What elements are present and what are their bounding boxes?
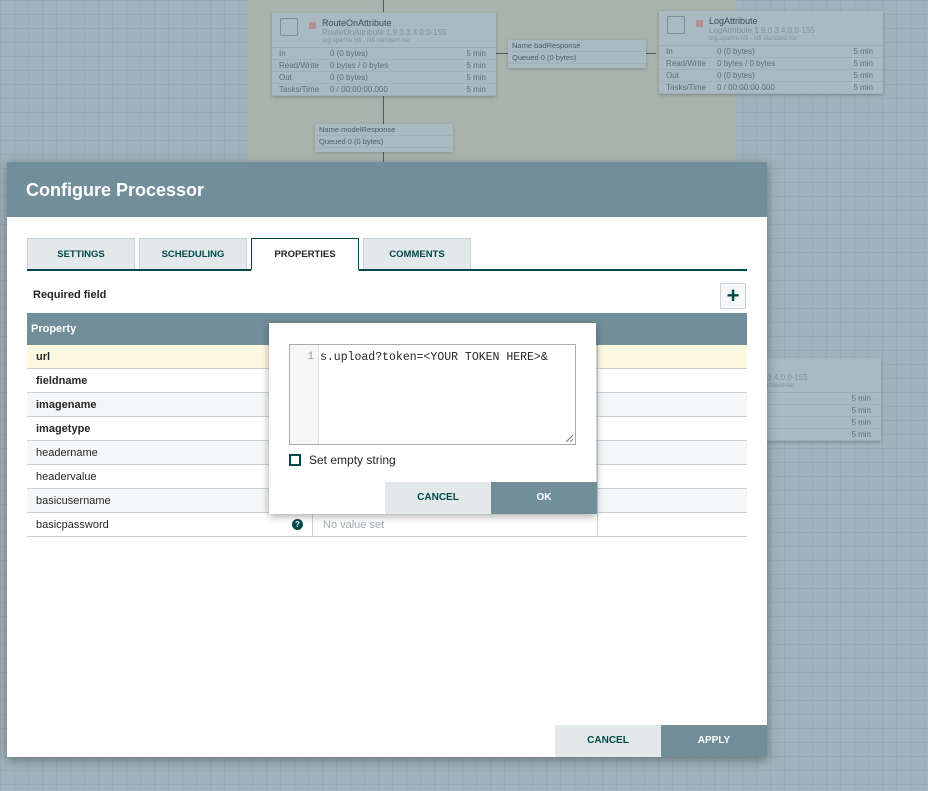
property-value-editor: 1 s.upload?token=<YOUR TOKEN HERE>& Set … [269,323,597,514]
stat-value: 0 (0 bytes) [717,47,755,56]
apply-button[interactable]: APPLY [661,725,767,757]
stat-label: In [279,49,286,58]
stat-value: 0 / 00:00:00.000 [330,85,388,94]
stat-time: 5 min [853,47,873,56]
required-field-label: Required field [33,289,107,301]
property-name: imagetype [36,423,91,435]
stat-value: 0 (0 bytes) [717,71,755,80]
stat-time: 5 min [851,394,871,403]
stat-time: 5 min [466,61,486,70]
stat-label: Out [666,71,679,80]
column-divider [597,417,598,440]
processor-icon [280,18,298,36]
stat-time: 5 min [466,49,486,58]
column-divider [597,393,598,416]
stat-value: 0 / 00:00:00.000 [717,83,775,92]
tab-scheduling[interactable]: SCHEDULING [139,238,247,269]
stopped-icon [309,22,316,29]
tab-settings[interactable]: SETTINGS [27,238,135,269]
stopped-icon [696,20,703,27]
property-name: imagename [36,399,97,411]
connection-bad-response[interactable]: Name badResponse Queued 0 (0 bytes) [508,40,646,68]
property-name: headername [36,447,98,459]
connection-model-response[interactable]: Name modelResponse Queued 0 (0 bytes) [315,124,453,152]
column-divider [597,513,598,536]
stat-label: Out [279,73,292,82]
tab-properties[interactable]: PROPERTIES [251,238,359,271]
connection-line [383,0,384,12]
stat-label: Read/Write [666,59,706,68]
column-divider [597,369,598,392]
stat-time: 5 min [851,418,871,427]
property-value[interactable]: No value set [312,513,597,536]
stat-time: 5 min [466,73,486,82]
tab-comments[interactable]: COMMENTS [363,238,471,269]
property-row-basicpassword[interactable]: basicpassword? No value set [27,513,747,537]
property-name: url [36,351,51,363]
stat-time: 5 min [853,71,873,80]
tab-bar: SETTINGS SCHEDULING PROPERTIES COMMENTS [27,238,747,271]
stat-value: 0 (0 bytes) [330,73,368,82]
stat-time: 5 min [851,430,871,439]
column-divider [597,345,598,368]
editor-ok-button[interactable]: OK [491,482,597,514]
dialog-title: Configure Processor [7,162,767,217]
connection-name: Name badResponse [508,40,646,52]
stat-time: 5 min [851,406,871,415]
processor-icon [667,16,685,34]
column-divider [597,465,598,488]
property-name: fieldname [36,375,88,387]
column-divider [597,441,598,464]
property-name: basicpassword [36,519,109,531]
stat-time: 5 min [853,59,873,68]
add-property-button[interactable]: + [720,283,746,309]
connection-queued: Queued 0 (0 bytes) [315,136,453,148]
stat-label: In [666,47,673,56]
stat-label: Tasks/Time [666,83,707,92]
connection-queued: Queued 0 (0 bytes) [508,52,646,64]
connection-name: Name modelResponse [315,124,453,136]
property-name: headervalue [36,471,97,483]
processor-log-attribute[interactable]: LogAttribute LogAttribute 1.9.0.3.4.0.0-1… [659,11,883,94]
stat-value: 0 bytes / 0 bytes [717,59,776,68]
help-icon[interactable]: ? [292,519,303,530]
plus-icon: + [726,283,740,308]
editor-cancel-button[interactable]: CANCEL [385,482,491,514]
column-divider [597,489,598,512]
set-empty-string-checkbox[interactable] [289,454,301,466]
cancel-button[interactable]: CANCEL [555,725,661,757]
resize-handle-icon[interactable] [566,435,573,442]
stat-time: 5 min [466,85,486,94]
property-name: basicusername [36,495,111,507]
line-number: 1 [290,345,319,444]
stat-value: 0 (0 bytes) [330,49,368,58]
set-empty-string-label[interactable]: Set empty string [309,453,396,467]
code-text[interactable]: s.upload?token=<YOUR TOKEN HERE>& [320,351,575,364]
stat-value: 0 bytes / 0 bytes [330,61,389,70]
stat-label: Tasks/Time [279,85,320,94]
stat-label: Read/Write [279,61,319,70]
value-editor[interactable]: 1 s.upload?token=<YOUR TOKEN HERE>& [289,344,576,445]
stat-time: 5 min [853,83,873,92]
processor-route-on-attribute[interactable]: RouteOnAttribute RouteOnAttribute 1.9.0.3… [272,13,496,96]
